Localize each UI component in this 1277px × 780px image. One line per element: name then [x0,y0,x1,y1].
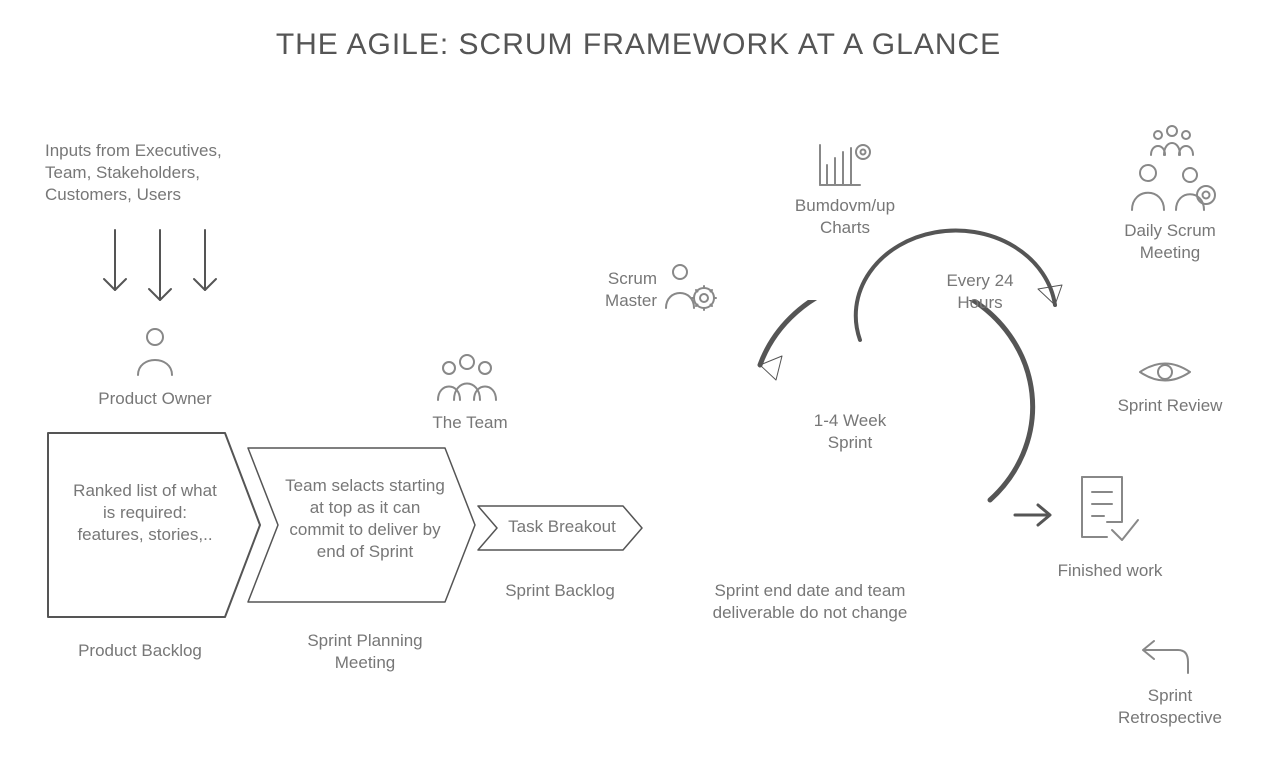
sprint-retro-label: Sprint Retrospective [1100,685,1240,729]
sprint-planning-label: Sprint Planning Meeting [280,630,450,674]
team-icon [432,350,502,405]
every-24-label: Every 24 Hours [930,270,1030,314]
inputs-label: Inputs from Executives, Team, Stakeholde… [45,140,255,206]
sprint-review-label: Sprint Review [1110,395,1230,417]
sprint-duration-label: 1-4 Week Sprint [790,410,910,454]
daily-scrum-label: Daily Scrum Meeting [1110,220,1230,264]
daily-scrum-icon [1120,125,1220,215]
eye-icon [1135,355,1195,390]
scrum-master-label: Scrum Master [582,268,657,312]
chart-icon [815,140,875,190]
input-arrows [100,225,220,315]
sprint-planning-text: Team selacts starting at top as it can c… [280,475,450,563]
sprint-end-note: Sprint end date and team deliverable do … [695,580,925,624]
sprint-backlog-label: Sprint Backlog [500,580,620,602]
finished-work-label: Finished work [1045,560,1175,582]
diagram-title: THE AGILE: SCRUM FRAMEWORK AT A GLANCE [0,28,1277,62]
task-breakout-label: Task Breakout [502,516,622,538]
retro-arrow-icon [1130,635,1195,680]
product-owner-label: Product Owner [70,388,240,410]
product-backlog-label: Product Backlog [75,640,205,662]
to-finished-arrow [1010,495,1060,535]
product-backlog-text: Ranked list of what is required: feature… [70,480,220,546]
person-icon [130,325,180,380]
document-check-icon [1072,472,1142,547]
the-team-label: The Team [410,412,530,434]
